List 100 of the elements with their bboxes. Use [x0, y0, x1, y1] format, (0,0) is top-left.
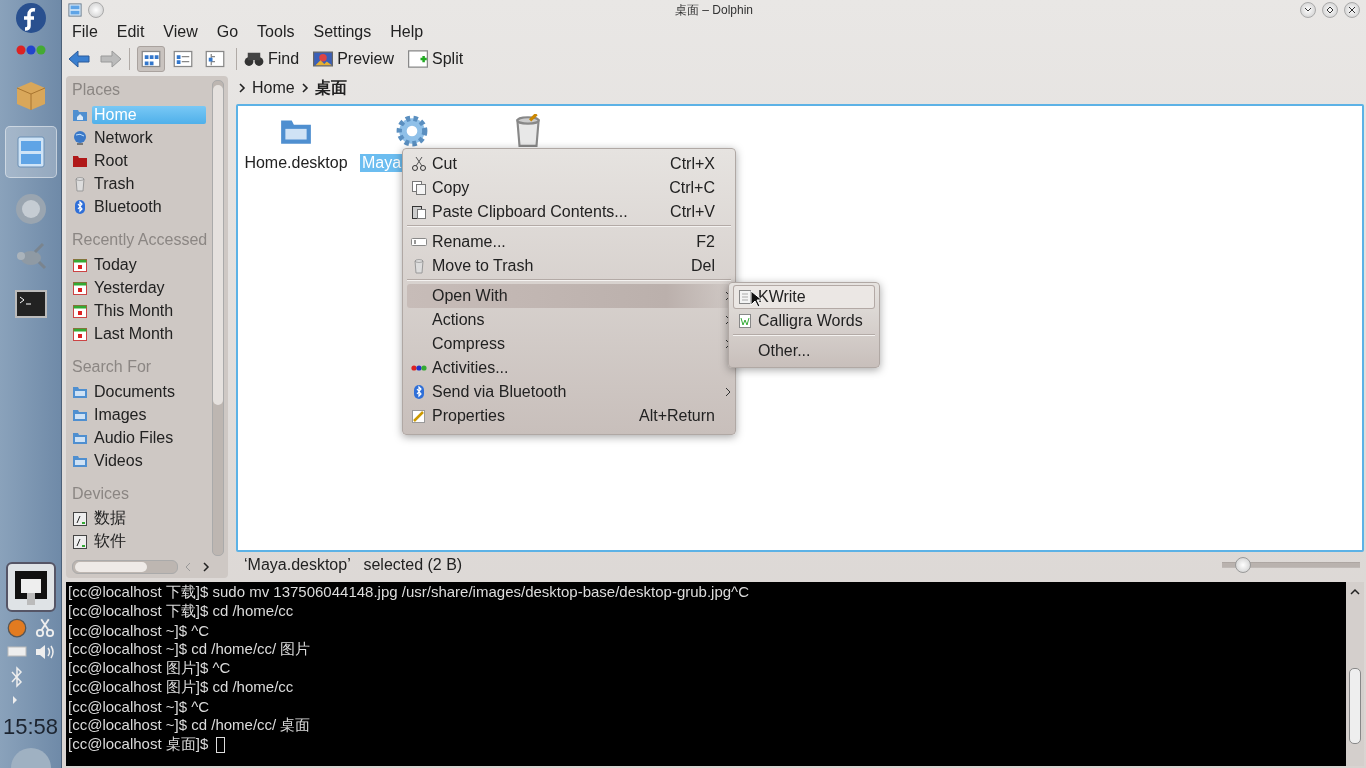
speaker-icon[interactable] [34, 644, 55, 660]
find-button[interactable]: Find [244, 49, 300, 69]
clipboard-icon [411, 204, 427, 220]
bluetooth-icon [411, 384, 427, 400]
bluetooth-icon [72, 198, 88, 215]
trash-icon [72, 175, 88, 192]
icons-view-button[interactable] [137, 46, 165, 72]
place-item[interactable]: Audio Files [92, 428, 206, 447]
place-item[interactable]: Root [92, 151, 206, 170]
menu-item[interactable]: Other... [733, 339, 875, 363]
trash-icon [411, 258, 427, 274]
view-mode-icon [204, 49, 226, 69]
place-item[interactable]: Yesterday [92, 278, 206, 297]
menu-item[interactable]: Open With [407, 284, 731, 308]
scrollbar[interactable] [72, 560, 178, 574]
split-button[interactable]: Split [408, 49, 464, 69]
place-item[interactable]: Bluetooth [92, 197, 206, 216]
scissors-icon [411, 156, 427, 172]
place-item[interactable]: 数据 [92, 508, 206, 529]
bluetooth-icon[interactable] [8, 666, 25, 688]
place-item[interactable]: Trash [92, 174, 206, 193]
terminal-line: [cc@localhost 下载]$ sudo mv 137506044148.jpg /usr/share/images/desktop-base/desktop-grub.jpg^C [68, 583, 749, 602]
menu-item[interactable]: Rename... F2 [407, 230, 731, 254]
section-heading: Places [72, 80, 121, 99]
split-icon [408, 49, 429, 69]
slider-thumb[interactable] [1234, 557, 1251, 573]
menu-item[interactable]: View [163, 23, 198, 41]
preview-button[interactable]: Preview [313, 49, 395, 69]
chevron-down-icon [1304, 7, 1312, 13]
expand-arrow-icon[interactable] [11, 696, 18, 704]
place-item[interactable]: Documents [92, 382, 206, 401]
pencil-icon [411, 408, 427, 424]
drive-icon [72, 533, 88, 550]
menu-item[interactable]: File [72, 23, 98, 41]
keyboard-icon[interactable] [6, 644, 27, 658]
colored-dots-icon[interactable] [15, 44, 46, 56]
fedora-logo-icon[interactable] [14, 2, 47, 34]
view-mode-icon [140, 49, 162, 69]
calendar-icon [72, 302, 88, 319]
menu-item[interactable]: Cut Ctrl+X [407, 152, 731, 176]
menu-item[interactable]: Help [390, 23, 424, 41]
calendar-icon [72, 325, 88, 342]
clock: 15:58 [2, 714, 59, 740]
document-icon [737, 289, 753, 305]
place-item[interactable]: Images [92, 405, 206, 424]
terminal-line: [cc@localhost 图片]$ cd /home/cc [68, 678, 294, 697]
section-heading: Recently Accessed [72, 230, 208, 249]
menu-item[interactable]: Edit [116, 23, 145, 41]
terminal-line: [cc@localhost 桌面]$ [68, 735, 209, 754]
file-manager-button[interactable] [4, 126, 57, 178]
terminal-line: [cc@localhost ~]$ cd /home/cc/ 图片 [68, 640, 311, 659]
place-item[interactable]: This Month [92, 301, 206, 320]
terminal-line: [cc@localhost 下载]$ cd /home/cc [68, 602, 294, 621]
place-item[interactable]: 软件 [92, 531, 206, 552]
terminal-line: [cc@localhost ~]$ ^C [68, 622, 210, 639]
network-button[interactable] [5, 562, 56, 612]
menu-item[interactable]: Move to Trash Del [407, 254, 731, 280]
diamond-icon [1326, 6, 1334, 14]
minimize-button[interactable] [1300, 2, 1316, 18]
breadcrumb-item[interactable]: 桌面 [314, 77, 347, 99]
chevron-icon [300, 83, 309, 93]
file-cabinet-icon [15, 136, 46, 168]
file-name[interactable]: Home.desktop [242, 154, 350, 172]
pin-button[interactable] [88, 2, 104, 18]
menu-item[interactable]: Calligra Words [733, 309, 875, 335]
status-text: ‘Maya.desktop’ selected (2 B) [244, 556, 464, 574]
view-mode-icon [172, 49, 194, 69]
scrollbar[interactable] [212, 80, 224, 556]
breadcrumb-item[interactable]: Home [252, 79, 295, 97]
menu-item[interactable]: Copy Ctrl+C [407, 176, 731, 200]
close-button[interactable] [1344, 2, 1360, 18]
menu-item[interactable]: Paste Clipboard Contents... Ctrl+V [407, 200, 731, 226]
scissors-icon[interactable] [34, 618, 55, 638]
menu-item[interactable]: KWrite [733, 285, 875, 309]
place-item[interactable]: Today [92, 255, 206, 274]
terminal-icon[interactable] [14, 290, 47, 318]
gear-icon [395, 114, 429, 148]
menu-item[interactable]: Send via Bluetooth [407, 380, 731, 404]
menu-item[interactable]: Tools [257, 23, 295, 41]
terminal-line: [cc@localhost 图片]$ ^C [68, 659, 231, 678]
terminal-line: [cc@localhost ~]$ ^C [68, 698, 210, 715]
place-item[interactable]: Network [92, 128, 206, 147]
forward-arrow-icon[interactable] [100, 49, 122, 69]
scrollbar[interactable] [1346, 582, 1364, 766]
close-icon [1348, 6, 1356, 14]
menu-item[interactable]: Properties Alt+Return [407, 404, 731, 428]
menu-item[interactable]: Go [216, 23, 239, 41]
preview-icon [313, 49, 334, 69]
menu-item[interactable]: Settings [313, 23, 372, 41]
window-icon[interactable] [68, 3, 82, 17]
drive-icon [72, 510, 88, 527]
maximize-button[interactable] [1322, 2, 1338, 18]
back-arrow-icon[interactable] [68, 49, 90, 69]
menu-launcher-button[interactable] [10, 748, 51, 768]
text-cursor [216, 736, 226, 753]
place-item[interactable]: Videos [92, 451, 206, 470]
terminal-line: [cc@localhost ~]$ cd /home/cc/ 桌面 [68, 716, 311, 735]
menu-item[interactable]: Activities... [407, 356, 731, 380]
chevron-icon [238, 83, 246, 93]
place-item[interactable]: Last Month [92, 324, 206, 343]
